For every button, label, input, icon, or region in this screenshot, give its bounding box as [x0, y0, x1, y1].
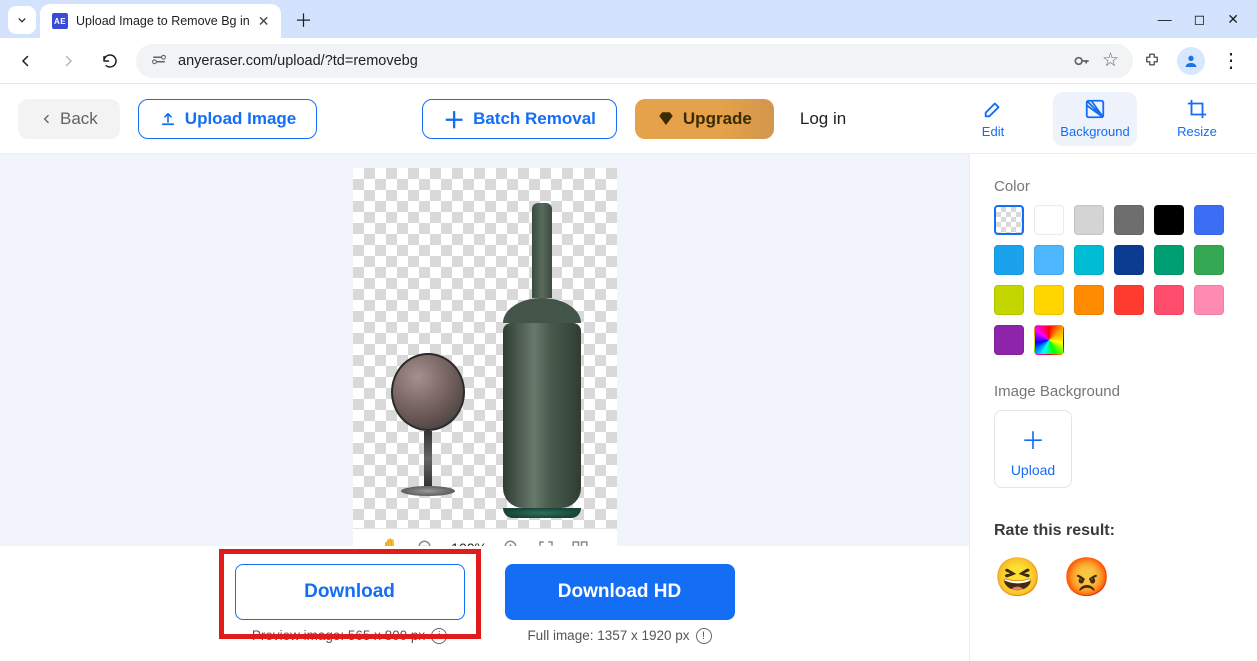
- background-panel: Color Image Background ＋ Upload Rate thi…: [969, 154, 1257, 661]
- bookmark-star-icon[interactable]: ☆: [1102, 49, 1119, 72]
- color-swatch[interactable]: [1034, 285, 1064, 315]
- plus-icon: ＋: [1021, 421, 1045, 456]
- color-swatch[interactable]: [1154, 205, 1184, 235]
- tab-resize-label: Resize: [1177, 124, 1217, 139]
- upgrade-label: Upgrade: [683, 109, 752, 129]
- color-swatch[interactable]: [1194, 285, 1224, 315]
- image-canvas[interactable]: [353, 168, 617, 528]
- active-tab[interactable]: AE Upload Image to Remove Bg in ✕: [40, 4, 281, 38]
- tab-resize[interactable]: Resize: [1155, 92, 1239, 146]
- url-text: anyeraser.com/upload/?td=removebg: [178, 53, 1062, 69]
- download-hd-label: Download HD: [558, 581, 682, 603]
- color-section-label: Color: [994, 178, 1233, 195]
- download-bar: Download Preview image: 565 x 800 px i D…: [0, 546, 969, 661]
- image-bg-label: Image Background: [994, 383, 1233, 400]
- color-swatch[interactable]: [1034, 205, 1064, 235]
- nav-reload-button[interactable]: [94, 45, 126, 77]
- bottle-object: [497, 203, 587, 518]
- chevron-left-icon: [40, 112, 54, 126]
- chevron-down-icon: [15, 13, 29, 27]
- password-key-icon[interactable]: [1072, 51, 1092, 71]
- profile-avatar-icon[interactable]: [1177, 47, 1205, 75]
- color-swatch[interactable]: [1114, 245, 1144, 275]
- color-swatch[interactable]: [1154, 245, 1184, 275]
- color-swatch[interactable]: [994, 285, 1024, 315]
- back-button[interactable]: Back: [18, 99, 120, 139]
- color-swatch[interactable]: [1154, 285, 1184, 315]
- back-label: Back: [60, 109, 98, 129]
- batch-removal-label: Batch Removal: [473, 109, 596, 129]
- login-link[interactable]: Log in: [800, 109, 846, 129]
- rate-label: Rate this result:: [994, 522, 1233, 540]
- reload-icon: [101, 52, 119, 70]
- plus-icon: ＋: [443, 103, 465, 135]
- browser-nav-bar: anyeraser.com/upload/?td=removebg ☆ ⋮: [0, 38, 1257, 84]
- nav-back-button[interactable]: [10, 45, 42, 77]
- batch-removal-button[interactable]: ＋ Batch Removal: [422, 99, 617, 139]
- tabs-dropdown-button[interactable]: [8, 6, 36, 34]
- close-tab-icon[interactable]: ✕: [258, 13, 270, 30]
- window-maximize-button[interactable]: ◻: [1194, 11, 1206, 28]
- color-swatch[interactable]: [1074, 205, 1104, 235]
- upgrade-button[interactable]: Upgrade: [635, 99, 774, 139]
- upload-bg-button[interactable]: ＋ Upload: [994, 410, 1072, 488]
- upload-image-label: Upload Image: [185, 109, 296, 129]
- color-swatch[interactable]: [994, 325, 1024, 355]
- browser-tabstrip: AE Upload Image to Remove Bg in ✕ ＋ ― ◻ …: [0, 0, 1257, 38]
- color-swatch[interactable]: [1074, 245, 1104, 275]
- crop-icon: [1186, 98, 1208, 120]
- color-swatch[interactable]: [1034, 325, 1064, 355]
- rate-good-emoji[interactable]: 😆: [994, 556, 1041, 600]
- color-swatch[interactable]: [1194, 205, 1224, 235]
- window-minimize-button[interactable]: ―: [1158, 11, 1172, 28]
- color-swatch[interactable]: [1034, 245, 1064, 275]
- color-swatch[interactable]: [994, 205, 1024, 235]
- color-swatches: [994, 205, 1233, 355]
- extensions-icon[interactable]: [1143, 52, 1161, 70]
- preview-dimensions-text: Preview image: 565 x 800 px: [252, 628, 425, 643]
- app-toolbar: Back Upload Image ＋ Batch Removal Upgrad…: [0, 84, 1257, 154]
- rate-bad-emoji[interactable]: 😡: [1063, 556, 1110, 600]
- diamond-icon: [657, 110, 675, 128]
- download-button[interactable]: Download: [235, 564, 465, 620]
- tab-background[interactable]: Background: [1053, 92, 1137, 146]
- tab-edit-label: Edit: [982, 124, 1004, 139]
- download-label: Download: [304, 581, 395, 603]
- background-icon: [1084, 98, 1106, 120]
- tab-title: Upload Image to Remove Bg in: [76, 14, 250, 28]
- upload-icon: [159, 110, 177, 128]
- tab-background-label: Background: [1060, 124, 1129, 139]
- site-settings-icon[interactable]: [150, 52, 168, 70]
- rating-emojis: 😆 😡: [994, 556, 1233, 600]
- new-tab-button[interactable]: ＋: [289, 6, 317, 34]
- favicon-icon: AE: [52, 13, 68, 29]
- color-swatch[interactable]: [1114, 205, 1144, 235]
- color-swatch[interactable]: [1114, 285, 1144, 315]
- color-swatch[interactable]: [994, 245, 1024, 275]
- canvas-area: ✋ 100% Download Preview image: 565 x 800…: [0, 154, 969, 661]
- browser-menu-icon[interactable]: ⋮: [1221, 48, 1241, 73]
- upload-image-button[interactable]: Upload Image: [138, 99, 317, 139]
- download-hd-button[interactable]: Download HD: [505, 564, 735, 620]
- arrow-left-icon: [17, 52, 35, 70]
- info-icon[interactable]: i: [431, 628, 447, 644]
- upload-bg-label: Upload: [1011, 462, 1055, 478]
- address-bar[interactable]: anyeraser.com/upload/?td=removebg ☆: [136, 44, 1133, 78]
- window-close-button[interactable]: ✕: [1227, 11, 1239, 28]
- full-dimensions-text: Full image: 1357 x 1920 px: [527, 628, 689, 643]
- edit-icon: [982, 98, 1004, 120]
- arrow-right-icon: [59, 52, 77, 70]
- tab-edit[interactable]: Edit: [951, 92, 1035, 146]
- full-dimensions: Full image: 1357 x 1920 px !: [527, 628, 711, 644]
- info-icon[interactable]: !: [696, 628, 712, 644]
- nav-forward-button[interactable]: [52, 45, 84, 77]
- preview-dimensions: Preview image: 565 x 800 px i: [252, 628, 447, 644]
- color-swatch[interactable]: [1074, 285, 1104, 315]
- color-swatch[interactable]: [1194, 245, 1224, 275]
- wine-glass-object: [383, 353, 473, 518]
